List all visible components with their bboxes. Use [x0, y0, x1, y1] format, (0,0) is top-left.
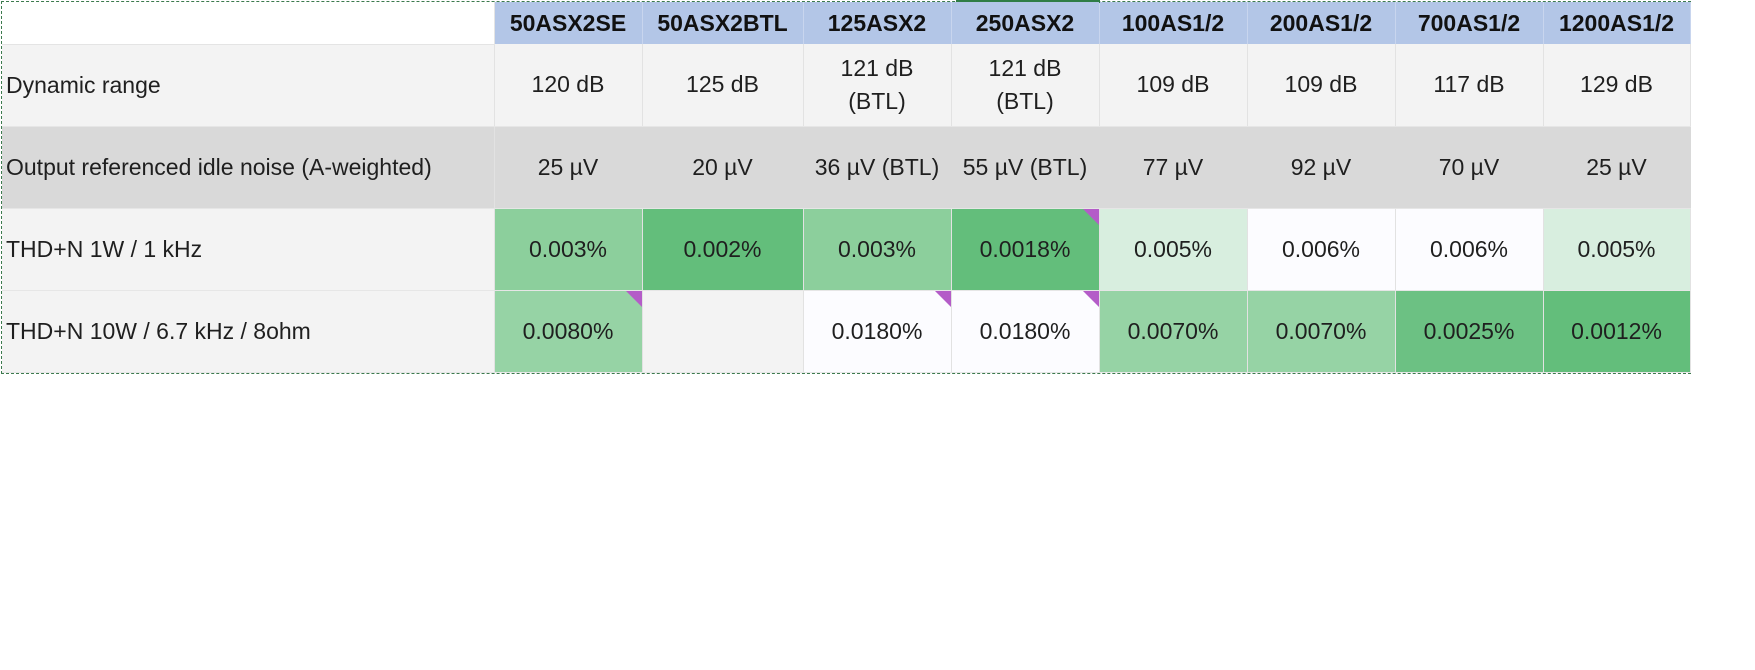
table-cell[interactable]: 121 dB (BTL)	[803, 44, 952, 127]
table-cell[interactable]: 117 dB	[1395, 44, 1544, 127]
table-cell-with-note[interactable]: 0.0018%	[951, 208, 1100, 291]
table-cell[interactable]: 0.0070%	[1099, 290, 1248, 373]
table-cell[interactable]: 0.0025%	[1395, 290, 1544, 373]
column-header[interactable]: 700AS1/2	[1395, 2, 1544, 44]
comment-indicator-icon[interactable]	[625, 290, 641, 307]
table-cell[interactable]: 77 µV	[1099, 126, 1248, 209]
cell-text: 0.0080%	[522, 317, 614, 344]
table-cell[interactable]: 55 µV (BTL)	[951, 126, 1100, 209]
table-cell[interactable]: 0.002%	[642, 208, 804, 291]
table-cell[interactable]: 0.0012%	[1543, 290, 1691, 373]
cell-text: 0.0018%	[979, 235, 1071, 262]
column-header[interactable]: 50ASX2SE	[494, 2, 643, 44]
comparison-table: 50ASX2SE 50ASX2BTL 125ASX2 250ASX2 100AS…	[2, 2, 1691, 373]
column-header[interactable]: 125ASX2	[803, 2, 952, 44]
table-cell[interactable]: 0.003%	[803, 208, 952, 291]
table-row-dynamic-range: Dynamic range 120 dB 125 dB 121 dB (BTL)…	[2, 44, 1691, 127]
table-cell[interactable]: 92 µV	[1247, 126, 1396, 209]
table-cell[interactable]: 0.005%	[1543, 208, 1691, 291]
column-header[interactable]: 200AS1/2	[1247, 2, 1396, 44]
table-cell-with-note[interactable]: 0.0180%	[951, 290, 1100, 373]
table-cell[interactable]: 109 dB	[1247, 44, 1396, 127]
comment-indicator-icon[interactable]	[1082, 208, 1098, 225]
table-cell[interactable]: 25 µV	[494, 126, 643, 209]
table-row-thd-10w: THD+N 10W / 6.7 kHz / 8ohm 0.0080% 0.018…	[2, 290, 1691, 373]
cell-text: 121 dB (BTL)	[988, 54, 1062, 114]
spreadsheet-range: 50ASX2SE 50ASX2BTL 125ASX2 250ASX2 100AS…	[1, 0, 1691, 374]
table-cell[interactable]	[642, 290, 804, 373]
column-header[interactable]: 250ASX2	[951, 2, 1100, 44]
table-cell-with-note[interactable]: 0.0180%	[803, 290, 952, 373]
column-header[interactable]: 1200AS1/2	[1543, 2, 1691, 44]
row-label[interactable]: Output referenced idle noise (A-weighted…	[2, 126, 495, 209]
cell-text: 0.0180%	[979, 317, 1071, 344]
column-header[interactable]: 50ASX2BTL	[642, 2, 804, 44]
table-cell[interactable]: 0.003%	[494, 208, 643, 291]
comment-indicator-icon[interactable]	[934, 290, 950, 307]
row-label[interactable]: Dynamic range	[2, 44, 495, 127]
table-cell[interactable]: 125 dB	[642, 44, 804, 127]
table-cell[interactable]: 120 dB	[494, 44, 643, 127]
table-row-thd-1w: THD+N 1W / 1 kHz 0.003% 0.002% 0.003% 0.…	[2, 208, 1691, 291]
table-cell[interactable]: 0.0070%	[1247, 290, 1396, 373]
row-label[interactable]: THD+N 10W / 6.7 kHz / 8ohm	[2, 290, 495, 373]
row-label[interactable]: THD+N 1W / 1 kHz	[2, 208, 495, 291]
table-cell[interactable]: 25 µV	[1543, 126, 1691, 209]
table-cell[interactable]: 121 dB (BTL)	[951, 44, 1100, 127]
table-cell[interactable]: 129 dB	[1543, 44, 1691, 127]
table-cell-with-note[interactable]: 0.0080%	[494, 290, 643, 373]
table-cell[interactable]: 20 µV	[642, 126, 804, 209]
comment-indicator-icon[interactable]	[1082, 290, 1098, 307]
cell-text: 121 dB (BTL)	[840, 54, 914, 114]
table-cell[interactable]: 36 µV (BTL)	[803, 126, 952, 209]
table-cell[interactable]: 70 µV	[1395, 126, 1544, 209]
table-cell[interactable]: 0.006%	[1395, 208, 1544, 291]
column-header[interactable]: 100AS1/2	[1099, 2, 1248, 44]
table-row-idle-noise: Output referenced idle noise (A-weighted…	[2, 126, 1691, 209]
cell-text: 0.0180%	[831, 317, 923, 344]
table-cell[interactable]: 0.005%	[1099, 208, 1248, 291]
header-row: 50ASX2SE 50ASX2BTL 125ASX2 250ASX2 100AS…	[2, 2, 1691, 45]
header-corner-cell[interactable]	[2, 2, 495, 45]
table-cell[interactable]: 109 dB	[1099, 44, 1248, 127]
table-cell[interactable]: 0.006%	[1247, 208, 1396, 291]
